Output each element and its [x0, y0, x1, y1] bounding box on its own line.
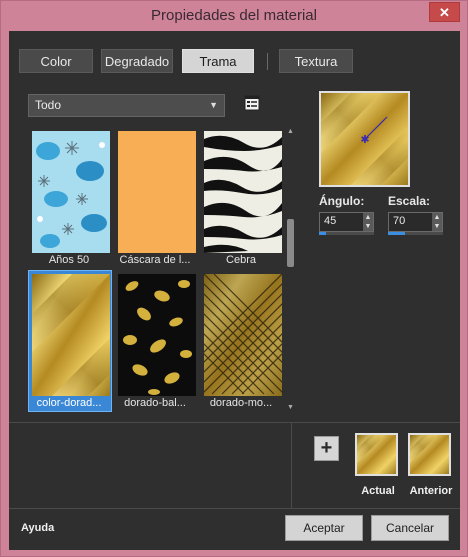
tab-color[interactable]: Color — [19, 49, 93, 73]
chevron-down-icon: ▼ — [209, 100, 218, 110]
pattern-label: color-dorad... — [36, 397, 102, 409]
current-swatch-image — [357, 435, 396, 474]
pattern-thumbnail-peel — [118, 131, 196, 253]
pattern-label: Cebra — [226, 254, 256, 266]
title-bar[interactable]: Propiedades del material ✕ — [1, 1, 467, 31]
previous-swatch[interactable] — [408, 433, 451, 476]
tab-separator — [267, 53, 268, 70]
divider-horizontal — [9, 422, 460, 423]
scale-stepper[interactable]: 70 ▲ ▼ — [388, 212, 443, 232]
pattern-thumbnail-zebra — [204, 131, 282, 253]
current-swatch-label: Actual — [361, 485, 395, 497]
divider-vertical — [291, 423, 292, 508]
category-select[interactable]: Todo ▼ — [28, 94, 225, 117]
scroll-down-arrow-icon[interactable]: ▼ — [285, 403, 296, 413]
scroll-thumb[interactable] — [287, 219, 294, 267]
tab-gradient[interactable]: Degradado — [101, 49, 173, 73]
cancel-button[interactable]: Cancelar — [371, 515, 449, 541]
pattern-thumbnail-gold-floral — [118, 274, 196, 396]
category-select-value: Todo — [35, 98, 62, 112]
current-swatch[interactable] — [355, 433, 398, 476]
previous-swatch-image — [410, 435, 449, 474]
pattern-label: Cáscara de l... — [119, 254, 191, 266]
library-icon[interactable] — [244, 95, 260, 111]
add-swatch-button[interactable]: + — [314, 436, 339, 461]
scale-slider-fill — [388, 232, 405, 235]
pattern-grid: Años 50 Cáscara de l... Cebra color-dora… — [28, 127, 296, 413]
accept-button[interactable]: Aceptar — [285, 515, 363, 541]
pattern-thumbnail-gold-mesh — [204, 274, 282, 396]
divider-footer — [9, 508, 460, 509]
angle-slider-track[interactable] — [319, 232, 374, 235]
close-button[interactable]: ✕ — [429, 2, 460, 22]
angle-label: Ángulo: — [319, 194, 365, 208]
scroll-up-arrow-icon[interactable]: ▲ — [285, 127, 296, 137]
scale-label: Escala: — [388, 194, 431, 208]
previous-swatch-label: Anterior — [409, 485, 453, 497]
pattern-preview[interactable]: ✱ — [319, 91, 410, 187]
tab-pattern[interactable]: Trama — [182, 49, 254, 73]
dialog-body: Color Degradado Trama Textura Todo ▼ Año… — [9, 31, 460, 550]
scale-slider-track[interactable] — [388, 232, 443, 235]
angle-value: 45 — [324, 215, 337, 227]
angle-slider-fill — [319, 232, 326, 235]
angle-stepper[interactable]: 45 ▲ ▼ — [319, 212, 374, 232]
scale-value: 70 — [393, 215, 406, 227]
pattern-scrollbar[interactable]: ▲ ▼ — [285, 127, 296, 413]
pattern-thumbnail-retro — [32, 131, 110, 253]
scale-stepper-arrows[interactable]: ▲ ▼ — [432, 213, 442, 231]
angle-stepper-arrows[interactable]: ▲ ▼ — [363, 213, 373, 231]
pattern-label: dorado-bal... — [124, 397, 186, 409]
pattern-label: dorado-mo... — [209, 397, 273, 409]
window-title: Propiedades del material — [151, 7, 317, 24]
help-link[interactable]: Ayuda — [21, 522, 54, 534]
tab-texture[interactable]: Textura — [279, 49, 353, 73]
preview-image: ✱ — [321, 93, 408, 185]
svg-text:✱: ✱ — [360, 133, 369, 146]
material-properties-window: Propiedades del material ✕ Color Degrada… — [0, 0, 468, 557]
pattern-label: Años 50 — [48, 254, 90, 266]
pattern-thumbnail-gold — [32, 274, 110, 396]
